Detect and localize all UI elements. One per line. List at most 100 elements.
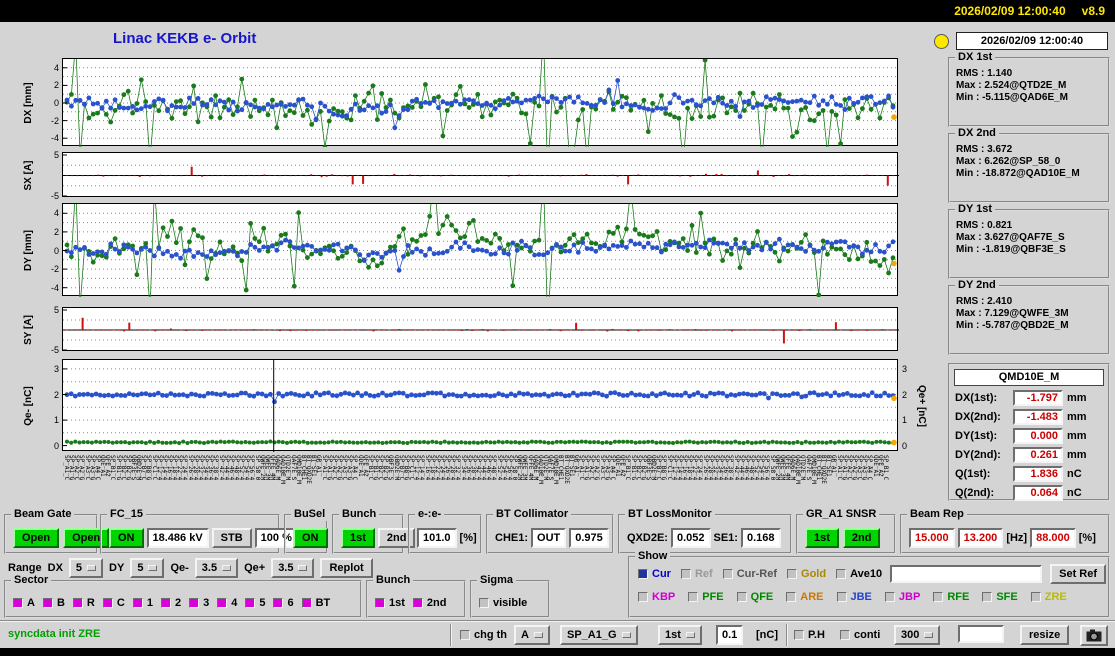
stat-min: Min : -18.872@QAD10E_M — [956, 168, 1080, 179]
checkbox-indicator — [933, 592, 944, 602]
che1-label: CHE1: — [495, 532, 529, 544]
show-kbp-checkbox[interactable]: KBP — [638, 591, 675, 603]
bunch-1st-button[interactable]: 1st — [341, 528, 375, 548]
sector-bt-checkbox[interactable]: BT — [301, 597, 331, 609]
ee-ratio-group: e-:e- 101.0 [%] — [408, 508, 482, 554]
y-tick-label: -4 — [50, 282, 59, 293]
fc15-on-button[interactable]: ON — [109, 528, 144, 548]
sector-2-checkbox[interactable]: 2 — [160, 597, 181, 609]
checkbox-label: visible — [493, 597, 528, 609]
ph-checkbox[interactable]: P.H — [794, 629, 825, 641]
checkbox-label: BT — [315, 597, 331, 609]
show-cur-checkbox[interactable]: Cur — [638, 568, 671, 580]
show-gold-checkbox[interactable]: Gold — [787, 568, 826, 580]
count-select[interactable]: 300 — [894, 625, 941, 645]
show-ave10-checkbox[interactable]: Ave10 — [836, 568, 882, 580]
bunch-select[interactable]: 1st — [658, 625, 702, 645]
monitor-row-unit: nC — [1067, 486, 1082, 499]
monitor-select[interactable]: SP_A1_G — [560, 625, 638, 645]
beam-gate-open-button-1[interactable]: Open — [13, 528, 60, 548]
sector-4-checkbox[interactable]: 4 — [217, 597, 237, 609]
resize-button[interactable]: resize — [1020, 625, 1070, 645]
conti-checkbox[interactable]: conti — [840, 629, 880, 641]
sigma-visible-checkbox[interactable]: visible — [479, 597, 527, 609]
sector-b-checkbox[interactable]: B — [42, 597, 65, 609]
sector-r-checkbox[interactable]: R — [72, 597, 95, 609]
bunch-1st-checkbox[interactable]: 1st — [375, 597, 405, 609]
busel-group: BuSel ON — [284, 508, 329, 554]
show-jbe-checkbox[interactable]: JBE — [836, 591, 872, 603]
show-rfe-checkbox[interactable]: RFE — [933, 591, 969, 603]
show-cur-ref-checkbox[interactable]: Cur-Ref — [722, 568, 777, 580]
sector-3-checkbox[interactable]: 3 — [189, 597, 209, 609]
show-pfe-checkbox[interactable]: PFE — [688, 591, 724, 603]
set-ref-button[interactable]: Set Ref — [1050, 564, 1107, 584]
busel-on-button[interactable]: ON — [293, 528, 328, 548]
checkbox-label: Gold — [801, 568, 827, 580]
show-ref-checkbox[interactable]: Ref — [680, 568, 713, 580]
show-jbp-checkbox[interactable]: JBP — [884, 591, 920, 603]
show-are-checkbox[interactable]: ARE — [786, 591, 824, 603]
stat-panel-dy-2nd: DY 2nd RMS : 2.410 Max : 7.129@QWFE_3M Min … — [948, 279, 1110, 355]
show-sfe-checkbox[interactable]: SFE — [982, 591, 1018, 603]
snsr-2nd-button[interactable]: 2nd — [842, 528, 881, 548]
show-qfe-checkbox[interactable]: QFE — [736, 591, 773, 603]
stat-rms: RMS : 1.140 — [956, 68, 1013, 79]
dropdown-indicator-icon — [148, 565, 158, 571]
dropdown-indicator-icon — [533, 632, 543, 638]
y-tick-label: -5 — [50, 345, 59, 355]
checkbox-label: SFE — [996, 591, 1018, 603]
checkbox-indicator — [836, 592, 847, 602]
chg-th-checkbox[interactable]: chg th — [460, 629, 507, 641]
bottom-bar — [0, 648, 1115, 656]
checkbox-label: 6 — [287, 597, 294, 609]
threshold-value[interactable]: 0.1 — [716, 625, 744, 645]
plot-dx[interactable]: 4 2 0 -2 -4 DX [mm] — [23, 58, 899, 147]
y-axis-label: SX [A] — [23, 160, 34, 191]
sector-c-checkbox[interactable]: C — [102, 597, 125, 609]
show-group-label: Show — [635, 550, 671, 563]
y-axis-label: DX [mm] — [23, 82, 34, 124]
qxd2e-label: QXD2E: — [627, 532, 668, 544]
beam-rep-pct-unit: [%] — [1078, 532, 1096, 544]
range-dy-select[interactable]: 5 — [130, 558, 165, 578]
plot-sy[interactable]: 5 -5 SY [A] — [23, 305, 899, 355]
monitor-row-dy-2nd-: DY(2nd): 0.261 mm — [954, 445, 1104, 464]
mode-select[interactable]: A — [514, 625, 550, 645]
sector-1-checkbox[interactable]: 1 — [132, 597, 153, 609]
plot-qe[interactable]: 3 2 1 0 3 2 1 0 Qe- [nC] Qe+ [nC] — [23, 359, 927, 452]
monitor-row-dx-1st-: DX(1st): -1.797 mm — [954, 388, 1104, 407]
ref-file-input[interactable] — [890, 565, 1043, 583]
y-tick-label: -5 — [50, 190, 59, 201]
series-Qe- — [64, 390, 896, 405]
mode-value: A — [521, 629, 529, 641]
range-qem-select[interactable]: 3.5 — [194, 558, 239, 578]
sector-6-checkbox[interactable]: 6 — [273, 597, 294, 609]
checkbox-indicator — [375, 598, 385, 608]
range-dx-select[interactable]: 5 — [68, 558, 104, 578]
dropdown-indicator-icon — [924, 632, 934, 638]
sector-a-checkbox[interactable]: A — [13, 597, 35, 609]
replot-button[interactable]: Replot — [320, 558, 373, 578]
plot-sx[interactable]: 5 -5 SX [A] — [23, 150, 899, 201]
stat-max: Max : 7.129@QWFE_3M — [956, 308, 1069, 319]
bunch-2nd-checkbox[interactable]: 2nd — [412, 597, 446, 609]
snsr-1st-button[interactable]: 1st — [805, 528, 839, 548]
x-axis-monitor-label: SP_B1_C — [881, 455, 889, 481]
sector-5-checkbox[interactable]: 5 — [245, 597, 265, 609]
monitor-row-label: DX(2nd): — [955, 410, 1001, 423]
checkbox-label: 3 — [203, 597, 210, 609]
range-qep-value: 3.5 — [278, 562, 294, 574]
range-qep-select[interactable]: 3.5 — [271, 558, 315, 578]
plot-dy[interactable]: 4 2 0 -2 -4 DY [mm] — [23, 203, 899, 297]
show-zre-checkbox[interactable]: ZRE — [1030, 591, 1067, 603]
spare-input[interactable] — [958, 625, 1004, 643]
stat-panel-title: DX 2nd — [955, 127, 999, 140]
fc15-stb-button[interactable]: STB — [211, 528, 252, 548]
screenshot-button[interactable] — [1080, 625, 1108, 646]
monitor-row-label: Q(1st): — [955, 467, 991, 480]
y-tick-label: 2 — [53, 80, 59, 91]
gr-a1-snsr-group: GR_A1 SNSR 1st 2nd — [796, 508, 896, 554]
y-tick-label: 2 — [53, 226, 59, 237]
stat-min: Min : -5.115@QAD6E_M — [956, 92, 1069, 103]
